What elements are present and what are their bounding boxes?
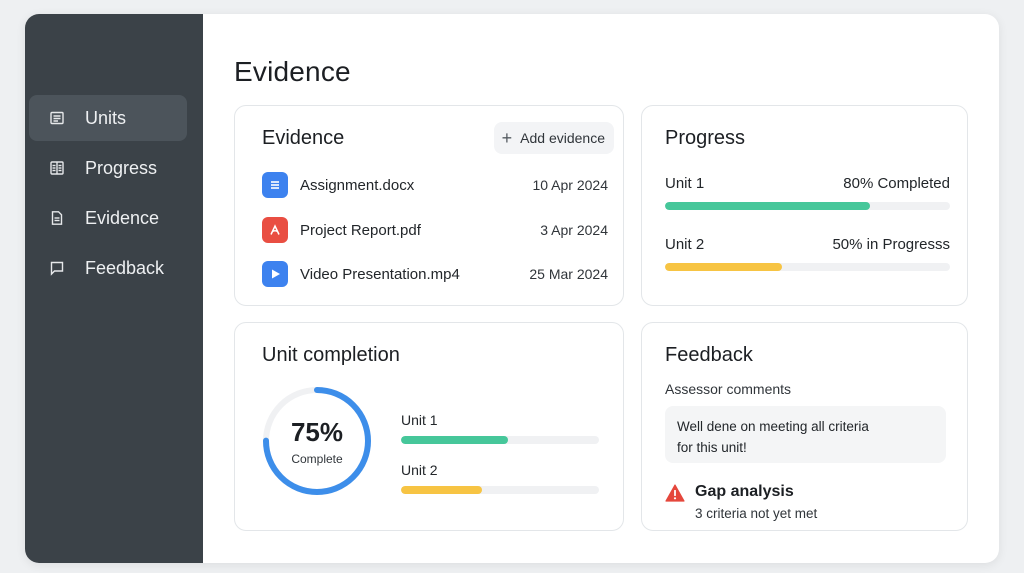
progress-track <box>665 202 950 210</box>
warning-icon <box>665 484 685 502</box>
unit-name: Unit 2 <box>401 462 438 478</box>
sidebar: Units Progress Evidence Feedback <box>25 14 203 563</box>
page-title: Evidence <box>234 56 351 87</box>
assessor-comments-label: Assessor comments <box>665 381 792 397</box>
file-row[interactable]: Project Report.pdf 3 Apr 2024 <box>262 217 608 243</box>
doc-icon <box>262 172 288 198</box>
video-icon <box>262 261 288 287</box>
file-row[interactable]: Assignment.docx 10 Apr 2024 <box>262 172 608 198</box>
gap-analysis-detail: 3 criteria not yet met <box>695 506 818 521</box>
file-name: Assignment.docx <box>300 176 415 194</box>
progress-track <box>401 486 599 494</box>
unit-status: 50% in Progresss <box>832 236 950 253</box>
gap-analysis: Gap analysis 3 criteria not yet met <box>665 483 817 521</box>
unit-completion-card: Unit completion 75% Complete Unit 1 Unit… <box>234 322 624 531</box>
progress-row-unit-1: Unit 1 80% Completed <box>665 175 950 210</box>
app-window: Units Progress Evidence Feedback Evidenc… <box>25 14 999 563</box>
gap-analysis-title: Gap analysis <box>695 483 794 500</box>
sidebar-item-feedback[interactable]: Feedback <box>29 245 187 291</box>
sidebar-item-label: Units <box>85 107 127 128</box>
completion-row-unit-1: Unit 1 <box>401 412 599 444</box>
progress-fill <box>665 263 782 271</box>
unit-completion-title: Unit completion <box>262 344 400 366</box>
sidebar-item-units[interactable]: Units <box>29 95 187 141</box>
sidebar-item-label: Progress <box>85 157 158 178</box>
completion-label: Complete <box>291 451 343 466</box>
add-evidence-button[interactable]: + Add evidence <box>493 122 614 154</box>
comment-line: Well dene on meeting all criteria <box>677 419 869 434</box>
sidebar-item-label: Evidence <box>85 207 160 228</box>
progress-card: Progress Unit 1 80% Completed Unit 2 50%… <box>641 105 968 306</box>
pdf-icon <box>262 217 288 243</box>
sidebar-item-evidence[interactable]: Evidence <box>29 195 187 241</box>
file-date: 10 Apr 2024 <box>532 177 608 193</box>
document-icon <box>49 210 65 226</box>
main-content: Evidence Evidence + Add evidence Assignm… <box>203 14 999 563</box>
evidence-card-title: Evidence <box>262 127 345 149</box>
progress-fill <box>401 436 508 444</box>
completion-row-unit-2: Unit 2 <box>401 462 599 494</box>
plus-icon: + <box>501 128 513 148</box>
file-name: Video Presentation.mp4 <box>300 265 460 283</box>
file-date: 25 Mar 2024 <box>529 266 608 282</box>
progress-track <box>665 263 950 271</box>
add-evidence-label: Add evidence <box>520 130 605 146</box>
unit-name: Unit 2 <box>665 236 705 253</box>
sidebar-item-progress[interactable]: Progress <box>29 145 187 191</box>
file-row[interactable]: Video Presentation.mp4 25 Mar 2024 <box>262 261 608 287</box>
comment-line: for this unit! <box>677 440 747 455</box>
feedback-card: Feedback Assessor comments Well dene on … <box>641 322 968 531</box>
progress-fill <box>401 486 483 494</box>
message-icon <box>49 260 65 276</box>
progress-row-unit-2: Unit 2 50% in Progresss <box>665 236 950 271</box>
file-name: Project Report.pdf <box>300 221 421 239</box>
assessor-comment: Well dene on meeting all criteria for th… <box>665 406 946 463</box>
evidence-card: Evidence + Add evidence Assignment.docx … <box>234 105 624 306</box>
progress-track <box>401 436 599 444</box>
sidebar-item-label: Feedback <box>85 257 165 278</box>
progress-fill <box>665 202 871 210</box>
feedback-title: Feedback <box>665 344 753 366</box>
list-icon <box>49 110 65 126</box>
file-date: 3 Apr 2024 <box>540 222 608 238</box>
unit-name: Unit 1 <box>401 412 438 428</box>
unit-status: 80% Completed <box>843 175 950 192</box>
unit-name: Unit 1 <box>665 175 705 192</box>
completion-percent: 75% <box>290 416 344 447</box>
progress-card-title: Progress <box>665 127 746 149</box>
chart-icon <box>49 160 65 176</box>
